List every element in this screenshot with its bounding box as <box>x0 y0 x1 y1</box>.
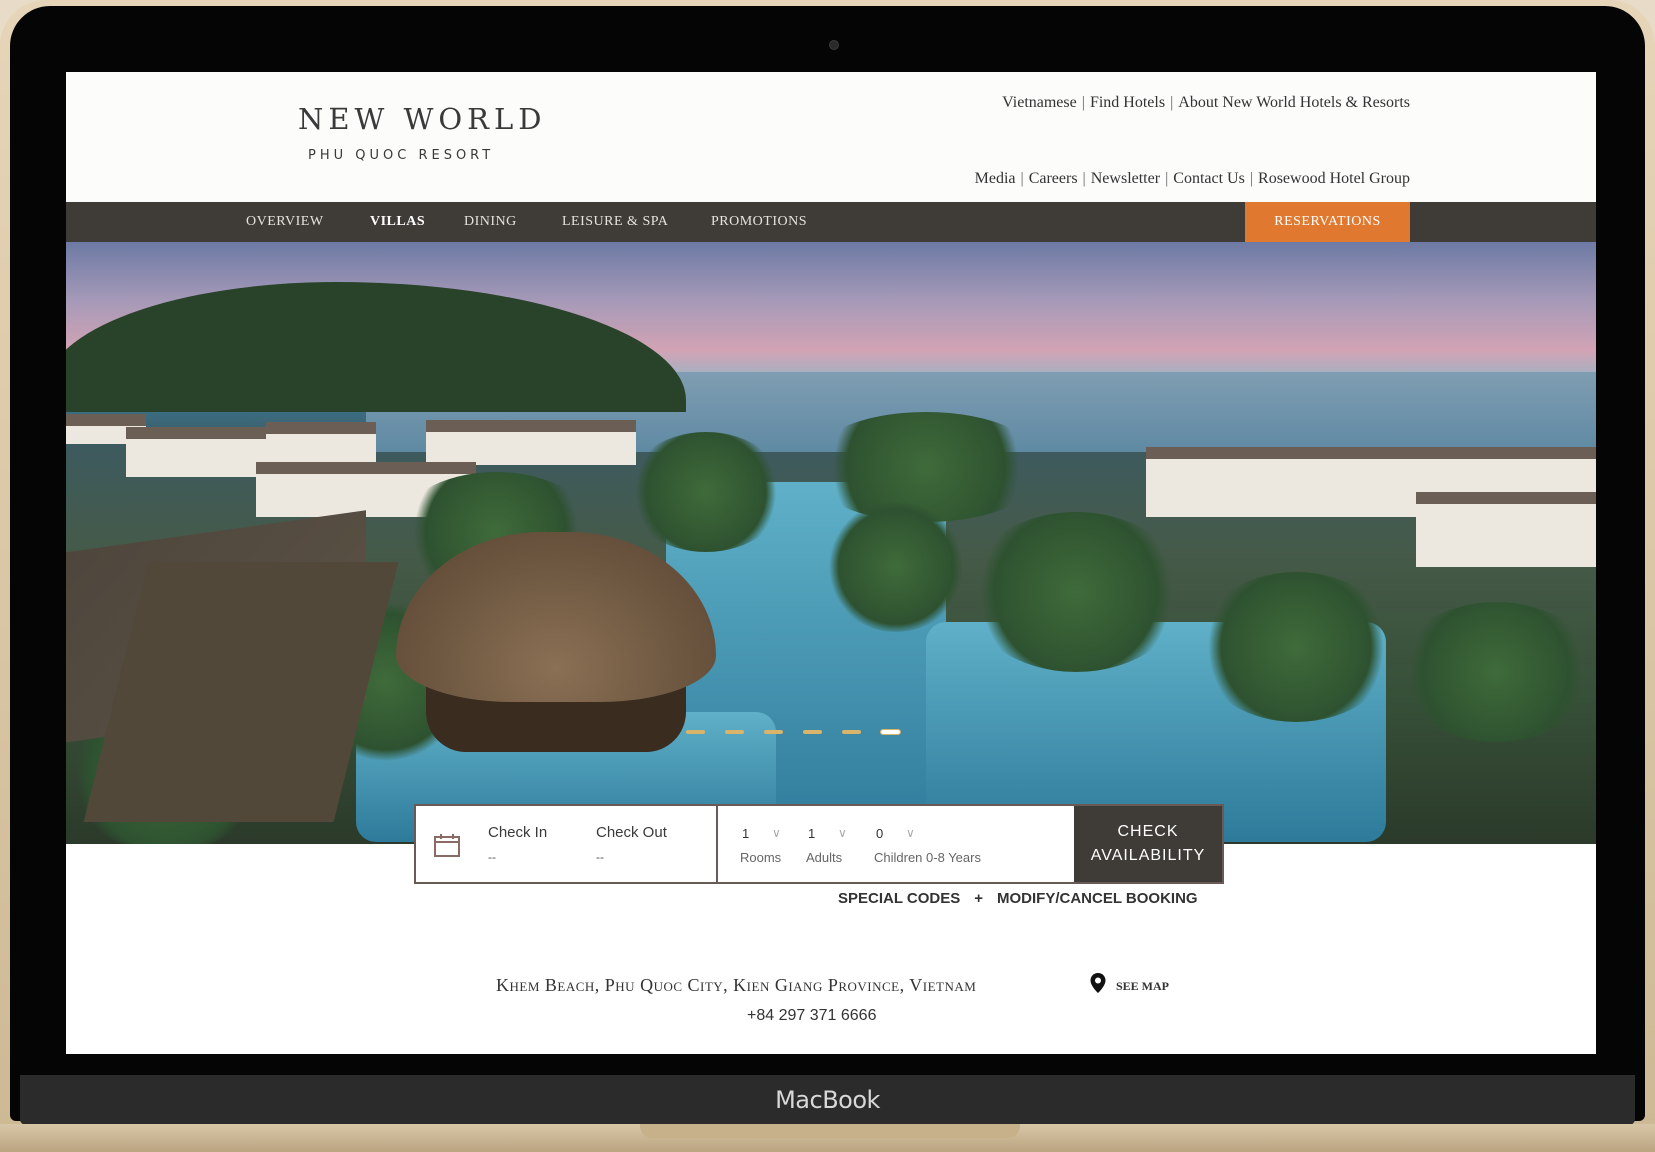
chevron-down-icon[interactable]: ∨ <box>772 826 781 840</box>
hero-palm <box>1196 572 1396 722</box>
chevron-down-icon[interactable]: ∨ <box>838 826 847 840</box>
children-label: Children 0-8 Years <box>874 850 981 865</box>
link-about[interactable]: About New World Hotels & Resorts <box>1178 94 1410 112</box>
resort-phone[interactable]: +84 297 371 6666 <box>747 1007 876 1025</box>
carousel-dot[interactable] <box>725 730 744 734</box>
link-rosewood[interactable]: Rosewood Hotel Group <box>1258 170 1410 188</box>
rooms-label: Rooms <box>740 850 782 865</box>
special-codes-link[interactable]: SPECIAL CODES <box>838 890 960 907</box>
link-careers[interactable]: Careers <box>1029 170 1078 188</box>
laptop-brand-label: MacBook <box>775 1086 880 1114</box>
camera-icon <box>829 40 839 50</box>
adults-label: Adults <box>806 850 843 865</box>
carousel-dot[interactable] <box>842 730 861 734</box>
check-out-label[interactable]: Check Out <box>596 824 667 841</box>
reservations-button[interactable]: RESERVATIONS <box>1245 202 1410 242</box>
carousel-dot[interactable] <box>803 730 822 734</box>
calendar-icon <box>434 834 460 857</box>
nav-promotions[interactable]: PROMOTIONS <box>711 202 807 242</box>
hero-palm <box>1396 602 1596 742</box>
link-newsletter[interactable]: Newsletter <box>1091 170 1160 188</box>
check-in-value[interactable]: -- <box>488 850 496 864</box>
chevron-down-icon[interactable]: ∨ <box>906 826 915 840</box>
top-links-row-1: Vietnamese | Find Hotels | About New World… <box>1002 94 1410 112</box>
nav-dining[interactable]: DINING <box>464 202 517 242</box>
hero-villa <box>1416 492 1596 567</box>
check-availability-button[interactable]: CHECK AVAILABILITY <box>1074 806 1222 882</box>
laptop-notch <box>640 1124 1020 1138</box>
separator: | <box>1170 94 1174 111</box>
resort-address: Khem Beach, Phu Quoc City, Kien Giang Pr… <box>496 975 977 995</box>
booking-links: SPECIAL CODES + MODIFY/CANCEL BOOKING <box>838 890 1198 907</box>
hero-palm <box>626 432 786 552</box>
hero-villa <box>426 420 636 465</box>
see-map-link[interactable]: SEE MAP <box>1116 979 1169 994</box>
children-value[interactable]: 0 <box>876 826 883 841</box>
adults-value[interactable]: 1 <box>808 826 815 841</box>
separator: | <box>1081 94 1085 111</box>
check-in-label[interactable]: Check In <box>488 824 547 841</box>
hero-palm <box>826 502 966 632</box>
link-media[interactable]: Media <box>975 170 1016 188</box>
carousel-dot[interactable] <box>686 730 705 734</box>
booking-bar: Check In -- Check Out -- 1 ∨ Rooms 1 ∨ A… <box>414 804 1224 884</box>
site-header: NEW WORLD PHU QUOC RESORT Vietnamese | Fi… <box>66 72 1596 202</box>
site-logo-subtitle: PHU QUOC RESORT <box>308 148 495 163</box>
nav-villas[interactable]: VILLAS <box>370 202 425 242</box>
hero-palm <box>966 512 1186 672</box>
plus-icon[interactable]: + <box>974 890 983 907</box>
check-out-value[interactable]: -- <box>596 850 604 864</box>
nav-leisure-spa[interactable]: LEISURE & SPA <box>562 202 668 242</box>
modify-cancel-link[interactable]: MODIFY/CANCEL BOOKING <box>997 890 1198 907</box>
carousel-dot[interactable] <box>764 730 783 734</box>
nav-overview[interactable]: OVERVIEW <box>246 202 324 242</box>
check-availability-line2: AVAILABILITY <box>1090 847 1206 864</box>
guest-selector: 1 ∨ Rooms 1 ∨ Adults 0 ∨ Children 0-8 Ye… <box>718 806 1074 882</box>
site-logo[interactable]: NEW WORLD <box>298 102 547 136</box>
map-pin-icon[interactable] <box>1089 972 1107 994</box>
separator: | <box>1249 170 1254 187</box>
main-nav: OVERVIEW VILLAS DINING LEISURE & SPA PRO… <box>66 202 1596 242</box>
top-links-row-2: Media | Careers | Newsletter | Contact Us | … <box>975 170 1410 188</box>
carousel-dots <box>686 729 901 735</box>
separator: | <box>1020 170 1024 187</box>
carousel-dot-active[interactable] <box>880 729 901 735</box>
hero-villa <box>266 422 376 462</box>
separator: | <box>1165 170 1169 187</box>
browser-screen: NEW WORLD PHU QUOC RESORT Vietnamese | Fi… <box>66 72 1596 1054</box>
link-vietnamese[interactable]: Vietnamese <box>1002 94 1077 112</box>
hero-hill <box>66 282 686 412</box>
check-availability-line1: CHECK <box>1117 823 1179 840</box>
rooms-value[interactable]: 1 <box>742 826 749 841</box>
hero-image <box>66 242 1596 844</box>
date-picker[interactable]: Check In -- Check Out -- <box>416 806 718 882</box>
link-find-hotels[interactable]: Find Hotels <box>1090 94 1165 112</box>
hero-palm <box>806 412 1046 522</box>
link-contact-us[interactable]: Contact Us <box>1173 170 1245 188</box>
separator: | <box>1082 170 1086 187</box>
